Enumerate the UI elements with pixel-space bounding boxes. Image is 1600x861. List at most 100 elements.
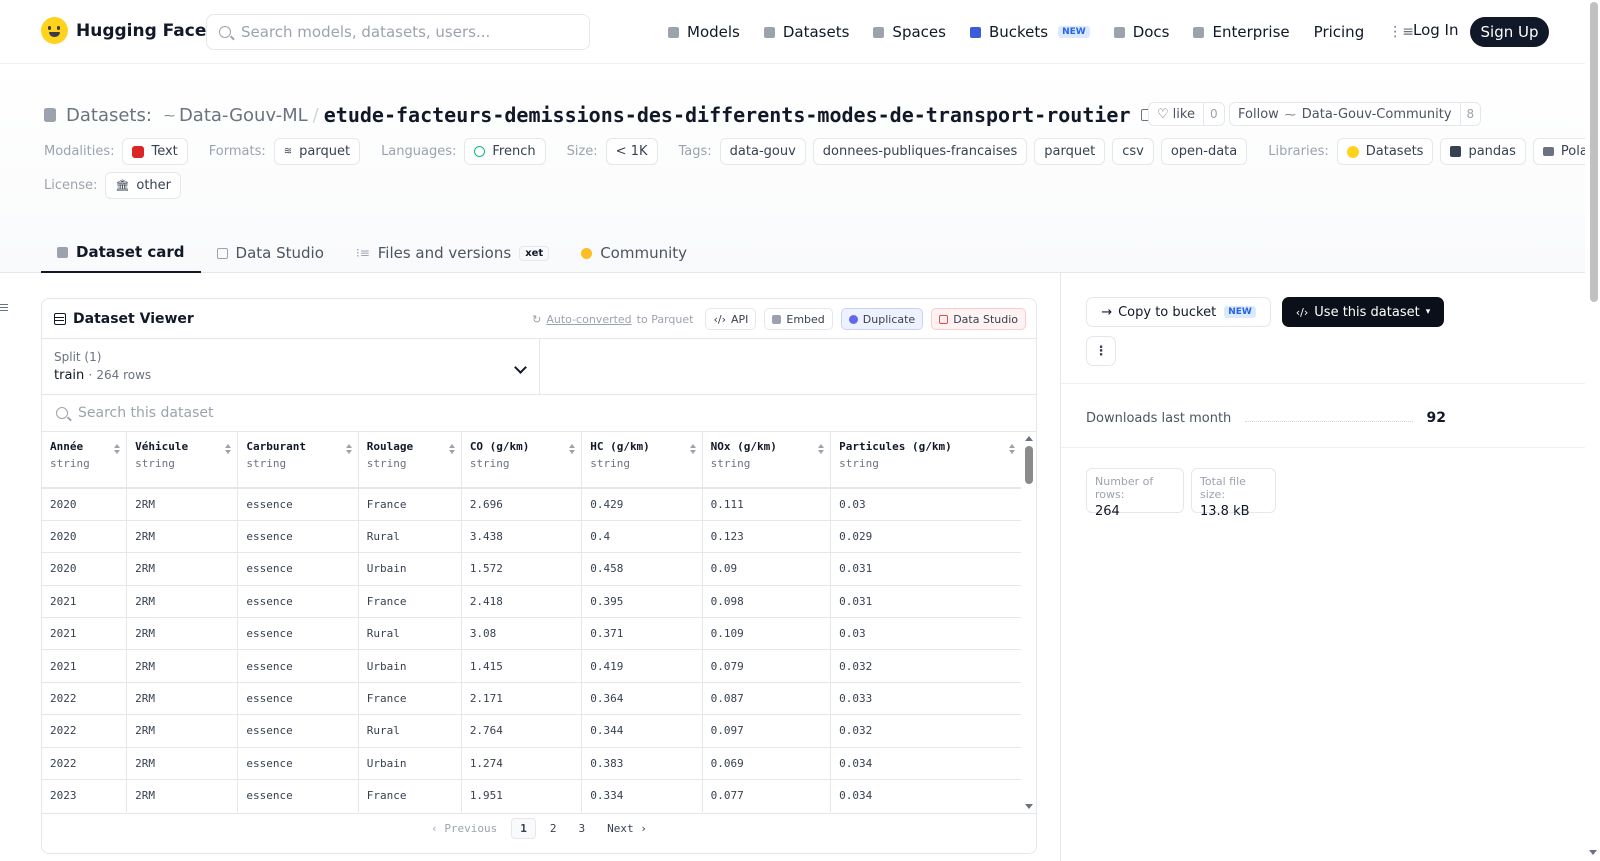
column-header[interactable]: NOx (g/km) string [702,432,832,489]
use-this-dataset-button[interactable]: ‹/› Use this dataset ▾ [1282,297,1444,327]
signup-button[interactable]: Sign Up [1470,17,1549,47]
nav-link-datasets[interactable]: Datasets [763,23,849,41]
dataset-search-input[interactable]: Search this dataset [42,395,1036,432]
tab-community[interactable]: Community [565,233,703,273]
page-scroll-down-icon[interactable] [1589,850,1597,855]
sort-icon[interactable] [818,444,825,454]
more-menu-icon[interactable]: ⋮≡ [1388,24,1414,40]
scroll-up-icon[interactable] [1025,436,1033,441]
dataset-card-icon [57,246,68,258]
org-link[interactable]: Data-Gouv-ML [179,105,308,126]
table-cell: 1.415 [461,649,583,683]
chip-tag[interactable]: parquet [1034,138,1106,165]
sort-icon[interactable] [225,444,232,454]
page-scrollbar[interactable] [1585,0,1600,861]
table-row[interactable]: 2021 2RM essence France 2.418 0.395 0.098 0.031 [42,584,1022,618]
sort-icon[interactable] [345,444,352,454]
column-header[interactable]: Année string [42,432,128,489]
table-cell: essence [237,649,359,683]
chip-tag[interactable]: csv [1112,138,1154,165]
table-row[interactable]: 2022 2RM essence Urbain 1.274 0.383 0.069 0.034 [42,746,1022,780]
duplicate-button[interactable]: Duplicate [840,308,924,330]
pagination-next[interactable]: Next › [599,819,655,838]
sort-icon[interactable] [1009,444,1015,454]
nav-link-buckets[interactable]: Buckets NEW [969,23,1090,41]
chip-library-datasets[interactable]: Datasets [1336,138,1434,165]
chip-tag[interactable]: donnees-publiques-francaises [812,138,1028,165]
table-cell: 2022 [42,746,128,780]
pagination-previous[interactable]: ‹ Previous [423,819,505,838]
column-header[interactable]: Véhicule string [126,432,239,489]
column-header[interactable]: Particules (g/km) string [830,432,1022,489]
sort-icon[interactable] [569,444,576,454]
chip-language-french[interactable]: French [464,138,546,165]
embed-button[interactable]: Embed [764,308,833,330]
column-type: string [590,457,630,470]
chip-tag[interactable]: open-data [1160,138,1248,165]
chip-modality-text[interactable]: Text [122,138,188,165]
viewer-actions: ↻ Auto-converted to Parquet ‹/› API Embed D… [532,308,1026,330]
files-icon: ⁝≡ [355,246,370,260]
tab-files-and-versions[interactable]: ⁝≡ Files and versions xet [340,233,565,273]
chip-format-parquet[interactable]: ≋ parquet [273,138,361,165]
nav-link-pricing[interactable]: Pricing [1314,23,1365,41]
table-cell: essence [237,779,359,812]
column-header[interactable]: Roulage string [358,432,462,489]
copy-to-bucket-button[interactable]: → Copy to bucket NEW [1086,297,1271,327]
table-row[interactable]: 2021 2RM essence Urbain 1.415 0.419 0.079 0.032 [42,649,1022,683]
chip-label: open-data [1170,144,1238,159]
global-search-input[interactable]: Search models, datasets, users... [206,14,590,50]
chip-size[interactable]: < 1K [605,138,658,165]
polars-icon [1542,147,1554,156]
table-cell: 1.572 [461,552,583,586]
nav-link-label: Spaces [892,23,946,41]
nav-link-spaces[interactable]: Spaces [873,23,946,41]
page-scroll-thumb[interactable] [1590,2,1598,302]
sort-icon[interactable] [448,444,455,454]
chip-license[interactable]: 🏛 other [105,172,181,199]
nav-link-enterprise[interactable]: Enterprise [1193,23,1290,41]
login-link[interactable]: Log In [1413,21,1459,39]
nav-link-docs[interactable]: Docs [1113,23,1169,41]
table-row[interactable]: 2022 2RM essence France 2.171 0.364 0.087 0.033 [42,681,1022,715]
pagination-page[interactable]: 3 [571,819,594,838]
nav-link-models[interactable]: Models [668,23,740,41]
scroll-thumb[interactable] [1025,446,1033,484]
split-selector[interactable]: Split (1) train · 264 rows [42,339,540,394]
table-scrollbar[interactable] [1021,432,1036,813]
pagination-page[interactable]: 2 [542,819,565,838]
sort-icon[interactable] [114,444,121,454]
table-cell: essence [237,584,359,618]
column-header[interactable]: CO (g/km) string [461,432,583,489]
split-rows: 264 rows [96,368,152,382]
dataset-name[interactable]: etude-facteurs-demissions-des-differents… [324,103,1131,127]
pagination-page[interactable]: 1 [511,818,536,839]
sort-icon[interactable] [689,444,696,454]
column-header[interactable]: Carburant string [237,432,359,489]
logo[interactable]: Hugging Face [41,17,206,44]
chip-library-pandas[interactable]: pandas [1440,138,1526,165]
tab-data-studio[interactable]: Data Studio [201,233,340,273]
sidebar-toggle-icon[interactable] [0,304,8,312]
table-row[interactable]: 2020 2RM essence Rural 3.438 0.4 0.123 0.029 [42,519,1022,553]
table-row[interactable]: 2023 2RM essence France 1.951 0.334 0.077 0.034 [42,779,1022,812]
chip-tag[interactable]: data-gouv [719,138,806,165]
api-button[interactable]: ‹/› API [705,308,757,330]
column-header[interactable]: HC (g/km) string [581,432,703,489]
table-cell: 1.274 [461,746,583,780]
table-row[interactable]: 2021 2RM essence Rural 3.08 0.371 0.109 0.03 [42,617,1022,650]
section-link[interactable]: Datasets: [66,105,152,126]
spaces-grid-icon [873,26,885,38]
table-row[interactable]: 2022 2RM essence Rural 2.764 0.344 0.097 0.032 [42,714,1022,748]
auto-converted-link[interactable]: Auto-converted [546,313,631,326]
table-cell: 0.364 [581,681,703,715]
table-row[interactable]: 2020 2RM essence France 2.696 0.429 0.111 0.03 [42,486,1022,521]
like-button[interactable]: ♡ like 0 [1148,102,1225,126]
scroll-down-icon[interactable] [1025,804,1033,809]
data-studio-button[interactable]: Data Studio [931,308,1026,330]
more-options-button[interactable]: ⋮ [1086,336,1116,366]
follow-button[interactable]: Follow ⁓ Data-Gouv-Community 8 [1229,102,1482,126]
tab-dataset-card[interactable]: Dataset card [41,233,201,273]
enterprise-icon [1193,26,1205,38]
table-row[interactable]: 2020 2RM essence Urbain 1.572 0.458 0.09 0.031 [42,552,1022,586]
